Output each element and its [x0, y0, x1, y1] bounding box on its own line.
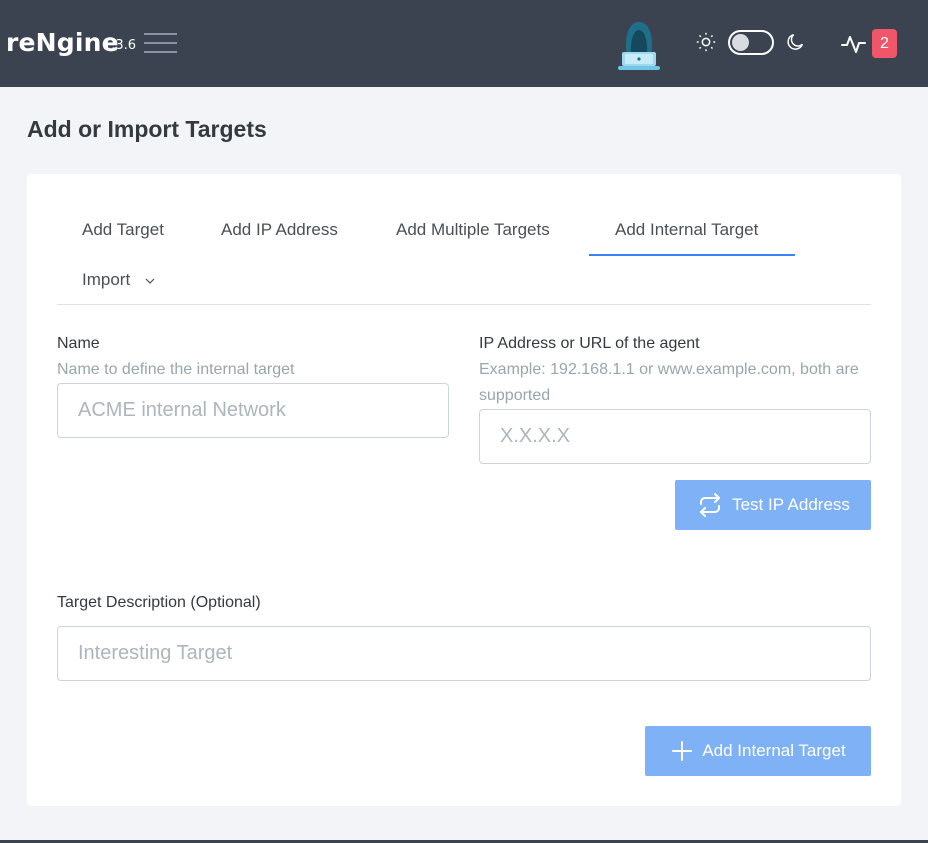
- ip-address-input[interactable]: [479, 409, 871, 464]
- repeat-icon: [700, 493, 721, 517]
- name-hint: Name to define the internal target: [57, 361, 295, 378]
- brand-logo[interactable]: reNgine: [6, 28, 119, 57]
- add-internal-target-label: Add Internal Target: [702, 741, 846, 760]
- page-title: Add or Import Targets: [27, 116, 267, 142]
- name-input[interactable]: [57, 383, 449, 438]
- version-label: 1.3.6: [103, 38, 137, 53]
- name-label: Name: [57, 335, 100, 352]
- notification-badge[interactable]: 2: [872, 29, 897, 58]
- description-label: Target Description (Optional): [57, 594, 261, 611]
- tab-add-multiple-targets[interactable]: Add Multiple Targets: [396, 220, 550, 240]
- add-internal-target-button[interactable]: Add Internal Target: [645, 726, 871, 776]
- plus-icon: [672, 741, 693, 761]
- tab-add-internal-target[interactable]: Add Internal Target: [615, 220, 758, 240]
- toggle-knob: [732, 34, 749, 51]
- tabs-divider: [57, 304, 871, 305]
- tab-add-target[interactable]: Add Target: [82, 220, 164, 240]
- form-card: Add Target Add IP Address Add Multiple T…: [27, 174, 901, 806]
- top-navbar: reNgine 1.3.6 2: [0, 0, 928, 87]
- theme-toggle[interactable]: [728, 30, 774, 55]
- hacker-avatar-icon[interactable]: [614, 16, 664, 74]
- active-tab-indicator: [589, 254, 795, 256]
- moon-icon[interactable]: [784, 31, 806, 53]
- tab-import[interactable]: Import: [82, 270, 155, 290]
- tab-import-label: Import: [82, 270, 131, 289]
- ip-address-label: IP Address or URL of the agent: [479, 335, 700, 352]
- sun-icon[interactable]: [695, 31, 717, 53]
- description-input[interactable]: [57, 626, 871, 681]
- chevron-down-icon: [145, 278, 155, 284]
- activity-icon[interactable]: [840, 30, 868, 58]
- ip-address-hint: Example: 192.168.1.1 or www.example.com,…: [479, 361, 859, 404]
- hamburger-menu-icon[interactable]: [144, 31, 178, 55]
- test-ip-address-label: Test IP Address: [732, 495, 850, 514]
- tab-add-ip-address[interactable]: Add IP Address: [221, 220, 338, 240]
- test-ip-address-button[interactable]: Test IP Address: [675, 480, 871, 530]
